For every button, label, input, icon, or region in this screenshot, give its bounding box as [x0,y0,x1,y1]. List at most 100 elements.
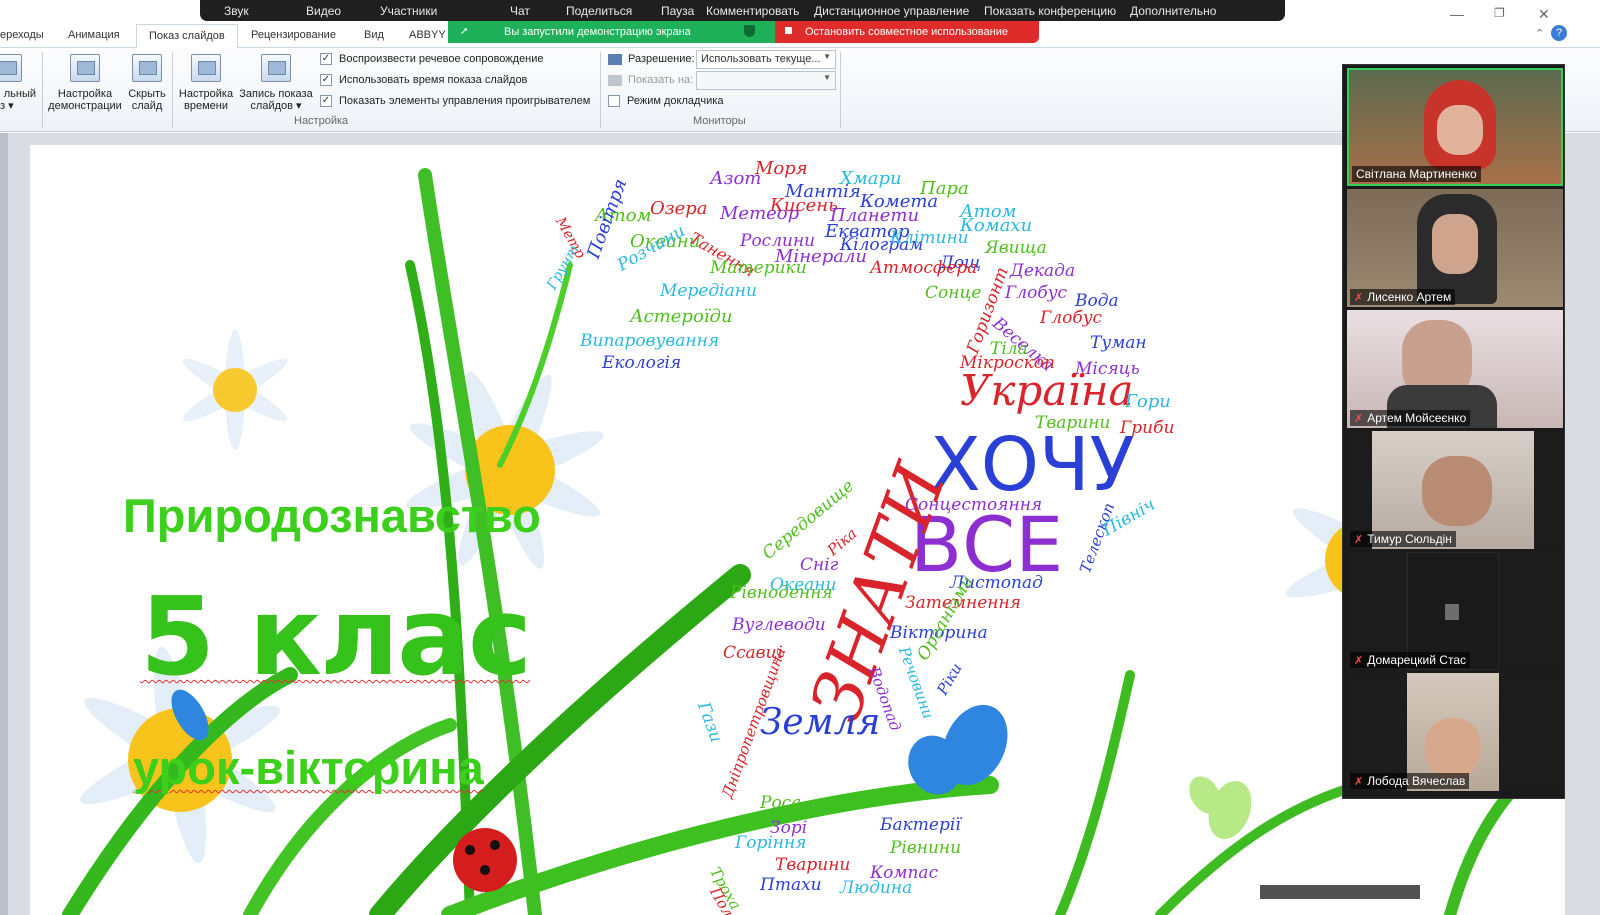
word-cloud-word: Людина [840,878,913,898]
zoom-show-meeting-button[interactable]: Показать конференцию [984,4,1130,18]
use-timings-checkbox[interactable]: ✓ Использовать время показа слайдов [320,74,527,86]
setup-show-button[interactable]: Настройка демонстрации [46,54,124,112]
hide-slide-button[interactable]: Скрыть слайд [126,54,168,112]
record-label-1: Запись показа [239,88,313,100]
participant-name-text: Лисенко Артем [1367,290,1452,304]
stop-icon [785,27,792,34]
media-controls-label: Показать элементы управления проигрывате… [339,95,591,107]
participant-name: ✗ Лобода Вячеслав [1350,773,1470,789]
setup-show-label-2: демонстрации [48,100,122,112]
participant-name-text: Тимур Сюльдін [1367,532,1452,546]
show-on-select[interactable]: ▼ [696,71,836,90]
word-cloud-word: Рівнини [890,838,962,858]
presenter-view-label: Режим докладчика [627,95,724,107]
checkbox-box [608,95,620,107]
word-cloud-word: Рівнодення [730,583,833,603]
zoom-remote-control-button[interactable]: Дистанционное управление [814,4,984,18]
video-tile[interactable]: ✗ Артем Мойсеєнко [1347,310,1563,428]
participant-window-light [1445,604,1459,620]
word-cloud-word: Метеор [720,203,800,224]
custom-show-label-1: льный [3,88,36,100]
record-show-button[interactable]: Запись показа слайдов ▾ [238,54,314,112]
resolution-label: Разрешение: [628,53,695,65]
sharing-notice: ➚ Вы запустили демонстрацию экрана [448,21,775,43]
video-tile[interactable]: Світлана Мартиненко [1347,68,1563,186]
presenter-view-checkbox[interactable]: Режим докладчика [608,95,723,107]
zoom-annotate-button[interactable]: Комментировать [706,4,814,18]
word-cloud-word: Астероїди [630,306,733,327]
zoom-pause-button[interactable]: Пауза [661,4,706,18]
word-cloud-word: Тварини [775,855,851,875]
ladybug [453,828,517,892]
narration-checkbox[interactable]: ✓ Воспроизвести речевое сопровождение [320,53,544,65]
tab-slideshow[interactable]: Показ слайдов [136,24,238,49]
stop-share-button[interactable]: Остановить совместное использование [775,21,1039,43]
group-label-setup: Настройка [294,115,349,127]
slide-canvas[interactable]: Природознавство 5 клас урок-вікторина ХО… [30,145,1565,915]
participant-face [1425,718,1481,778]
custom-show-button[interactable]: льный з ▾ [0,54,36,112]
ribbon-collapse-icon[interactable]: ⌃ [1535,27,1544,40]
video-tile[interactable]: ✗ Лобода Вячеслав [1347,673,1563,791]
zoom-more-button[interactable]: Дополнительно [1130,4,1216,18]
participant-name: ✗ Лисенко Артем [1350,289,1456,305]
video-tile[interactable]: ✗ Домарецкий Стас [1347,552,1563,670]
separator [840,52,841,128]
word-cloud-word: Горіння [735,833,807,853]
record-label-2: слайдов ▾ [250,100,302,112]
setup-show-icon [70,54,100,82]
grass [62,168,1546,915]
video-tile[interactable]: ✗ Лисенко Артем [1347,189,1563,307]
help-icon[interactable]: ? [1551,25,1567,41]
separator [600,52,601,128]
slide-pane-edge[interactable] [0,133,8,915]
tab-abbyy[interactable]: ABBYY [409,29,446,41]
zoom-share-button[interactable]: Поделиться [566,4,661,18]
tab-animation[interactable]: Анимация [68,29,120,41]
participant-name: Світлана Мартиненко [1352,166,1481,182]
video-tile[interactable]: ✗ Тимур Сюльдін [1347,431,1563,549]
word-cloud-word: Вуглеводи [732,615,826,635]
tab-review[interactable]: Рецензирование [251,29,336,41]
word-cloud-word: Озера [650,198,708,219]
word-cloud-word: Азот [710,168,762,189]
tab-transitions[interactable]: ереходы [0,29,44,41]
hide-slide-label-2: слайд [131,100,163,112]
word-cloud-word: Материки [710,258,807,278]
share-arrow-icon: ➚ [460,26,469,37]
resolution-select[interactable]: Использовать текуще... ▼ [696,50,836,69]
use-timings-label: Использовать время показа слайдов [339,74,528,86]
checkbox-box: ✓ [320,74,332,86]
word-cloud-word: Птахи [760,875,822,895]
word-cloud-word: Мередіани [660,281,757,301]
zoom-chat-button[interactable]: Чат [510,4,566,18]
word-big: ХОЧУ [930,422,1135,508]
media-controls-checkbox[interactable]: ✓ Показать элементы управления проигрыва… [320,95,590,107]
mic-muted-icon: ✗ [1354,655,1364,667]
word-cloud-word: Декада [1010,261,1076,281]
subject-title: Природознавство [123,489,541,542]
word-cloud-word: Гори [1125,391,1171,412]
participant-name-text: Світлана Мартиненко [1356,167,1477,181]
close-icon[interactable]: ✕ [1538,6,1550,23]
participant-name-text: Лобода Вячеслав [1367,774,1466,788]
zoom-participants-button[interactable]: Участники [380,4,510,18]
mic-muted-icon: ✗ [1354,776,1364,788]
zoom-audio-button[interactable]: Звук [224,4,306,18]
tab-view[interactable]: Вид [364,29,384,41]
custom-show-icon [0,54,22,82]
rehearse-timings-button[interactable]: Настройка времени [176,54,236,112]
word-cloud-word: Випаровування [580,331,720,351]
monitor-icon [608,53,622,65]
video-panel: Світлана Мартиненко ✗ Лисенко Артем ✗ Арте… [1342,64,1565,799]
zoom-video-button[interactable]: Видео [306,4,380,18]
restore-icon[interactable]: ❐ [1494,6,1505,20]
resolution-row: Разрешение: [608,53,695,65]
participant-face [1432,214,1478,274]
monitor-icon [608,74,622,86]
minimize-icon[interactable]: — [1450,6,1464,22]
daisy-left-top [182,330,288,450]
grade-title: 5 клас [140,575,532,700]
stopwatch-icon [191,54,221,82]
shield-icon [744,25,755,37]
